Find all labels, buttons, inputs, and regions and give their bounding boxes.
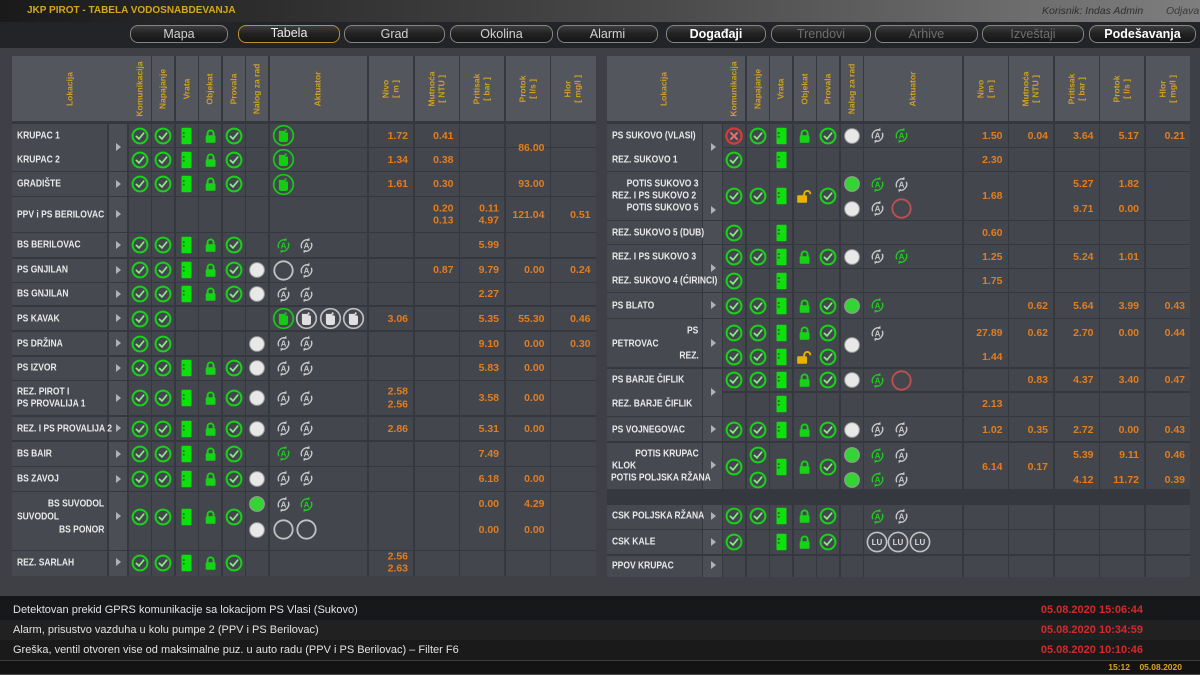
svg-text:A: A: [280, 394, 286, 403]
svg-text:A: A: [280, 500, 286, 509]
svg-text:A: A: [304, 266, 310, 275]
svg-text:A: A: [875, 425, 881, 434]
svg-text:A: A: [898, 512, 904, 521]
svg-text:A: A: [898, 425, 904, 434]
svg-text:A: A: [875, 301, 881, 310]
svg-text:A: A: [304, 394, 310, 403]
svg-text:A: A: [280, 290, 286, 299]
svg-text:LU: LU: [871, 538, 882, 547]
svg-text:A: A: [898, 252, 904, 261]
svg-text:LU: LU: [893, 538, 904, 547]
svg-text:A: A: [304, 450, 310, 459]
svg-text:A: A: [280, 339, 286, 348]
svg-text:A: A: [280, 364, 286, 373]
svg-text:A: A: [304, 241, 310, 250]
svg-text:A: A: [898, 180, 904, 189]
svg-text:A: A: [304, 424, 310, 433]
svg-text:A: A: [875, 252, 881, 261]
svg-text:A: A: [898, 451, 904, 460]
svg-text:A: A: [875, 451, 881, 460]
svg-text:A: A: [875, 376, 881, 385]
svg-text:A: A: [898, 131, 904, 140]
svg-text:A: A: [875, 131, 881, 140]
svg-text:A: A: [875, 512, 881, 521]
svg-text:A: A: [304, 475, 310, 484]
svg-text:A: A: [280, 475, 286, 484]
svg-text:A: A: [304, 339, 310, 348]
svg-text:A: A: [875, 180, 881, 189]
svg-text:A: A: [280, 424, 286, 433]
svg-text:A: A: [875, 475, 881, 484]
svg-text:A: A: [875, 329, 881, 338]
svg-text:A: A: [280, 241, 286, 250]
svg-text:A: A: [898, 475, 904, 484]
svg-text:A: A: [280, 450, 286, 459]
svg-text:A: A: [304, 364, 310, 373]
svg-text:A: A: [304, 290, 310, 299]
svg-text:LU: LU: [914, 538, 925, 547]
svg-text:A: A: [304, 500, 310, 509]
svg-text:A: A: [875, 204, 881, 213]
